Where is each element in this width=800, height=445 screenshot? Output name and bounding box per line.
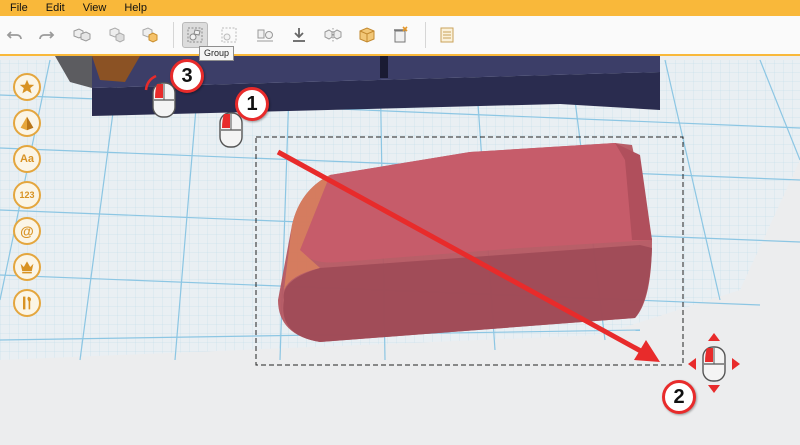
delete-button[interactable]: [388, 23, 412, 47]
crown-tool[interactable]: [13, 253, 41, 281]
notes-icon: [440, 27, 454, 43]
mouse-icon-1: [219, 112, 243, 148]
symbol-tool[interactable]: @: [13, 217, 41, 245]
step-badge-2: 2: [662, 380, 696, 414]
at-icon: @: [20, 223, 34, 239]
pyramid-icon: [20, 116, 34, 131]
align-button[interactable]: [253, 23, 277, 47]
number-tool[interactable]: 123: [13, 181, 41, 209]
group-button[interactable]: [182, 22, 208, 48]
notes-button[interactable]: [435, 23, 459, 47]
shapes-tool[interactable]: [13, 109, 41, 137]
tools-tool[interactable]: [13, 289, 41, 317]
menu-help[interactable]: Help: [115, 0, 156, 16]
crown-icon: [20, 261, 34, 274]
ungroup-button[interactable]: [217, 23, 241, 47]
group-icon: [187, 27, 203, 43]
mouse-move-icon-2: [688, 333, 740, 393]
group-tooltip: Group: [199, 46, 235, 61]
mirror-button[interactable]: [321, 23, 345, 47]
star-icon: [19, 79, 35, 94]
redo-icon: [39, 31, 55, 40]
drop-icon: [293, 28, 305, 42]
toolbar-separator: [425, 22, 426, 48]
copy-icon: [73, 28, 91, 42]
redo-button[interactable]: [34, 23, 58, 47]
drop-to-plane-button[interactable]: [287, 23, 311, 47]
favorites-tool[interactable]: [13, 73, 41, 101]
paste-icon: [109, 27, 125, 43]
delete-icon: [394, 26, 408, 43]
toolbar: [0, 16, 800, 56]
menu-file[interactable]: File: [0, 0, 37, 16]
solid-button[interactable]: [355, 23, 379, 47]
paste-button[interactable]: [105, 23, 129, 47]
menu-edit[interactable]: Edit: [37, 0, 74, 16]
menu-view[interactable]: View: [74, 0, 116, 16]
solid-box-icon: [359, 27, 375, 43]
align-icon: [257, 29, 273, 42]
dark-block-notch: [380, 56, 388, 78]
undo-button[interactable]: [3, 23, 27, 47]
tools-icon: [23, 296, 32, 310]
step-badge-1: 1: [235, 87, 269, 121]
step-badge-3: 3: [170, 59, 204, 93]
copy-button[interactable]: [70, 23, 94, 47]
text-tool[interactable]: Aa: [13, 145, 41, 173]
undo-icon: [6, 31, 22, 40]
duplicate-button[interactable]: [138, 23, 162, 47]
number-icon: 123: [19, 190, 35, 200]
text-icon: Aa: [19, 153, 35, 165]
ungroup-icon: [221, 27, 237, 43]
toolbar-separator: [173, 22, 174, 48]
duplicate-icon: [142, 27, 158, 43]
mirror-icon: [324, 28, 342, 42]
menu-bar: File Edit View Help: [0, 0, 800, 16]
